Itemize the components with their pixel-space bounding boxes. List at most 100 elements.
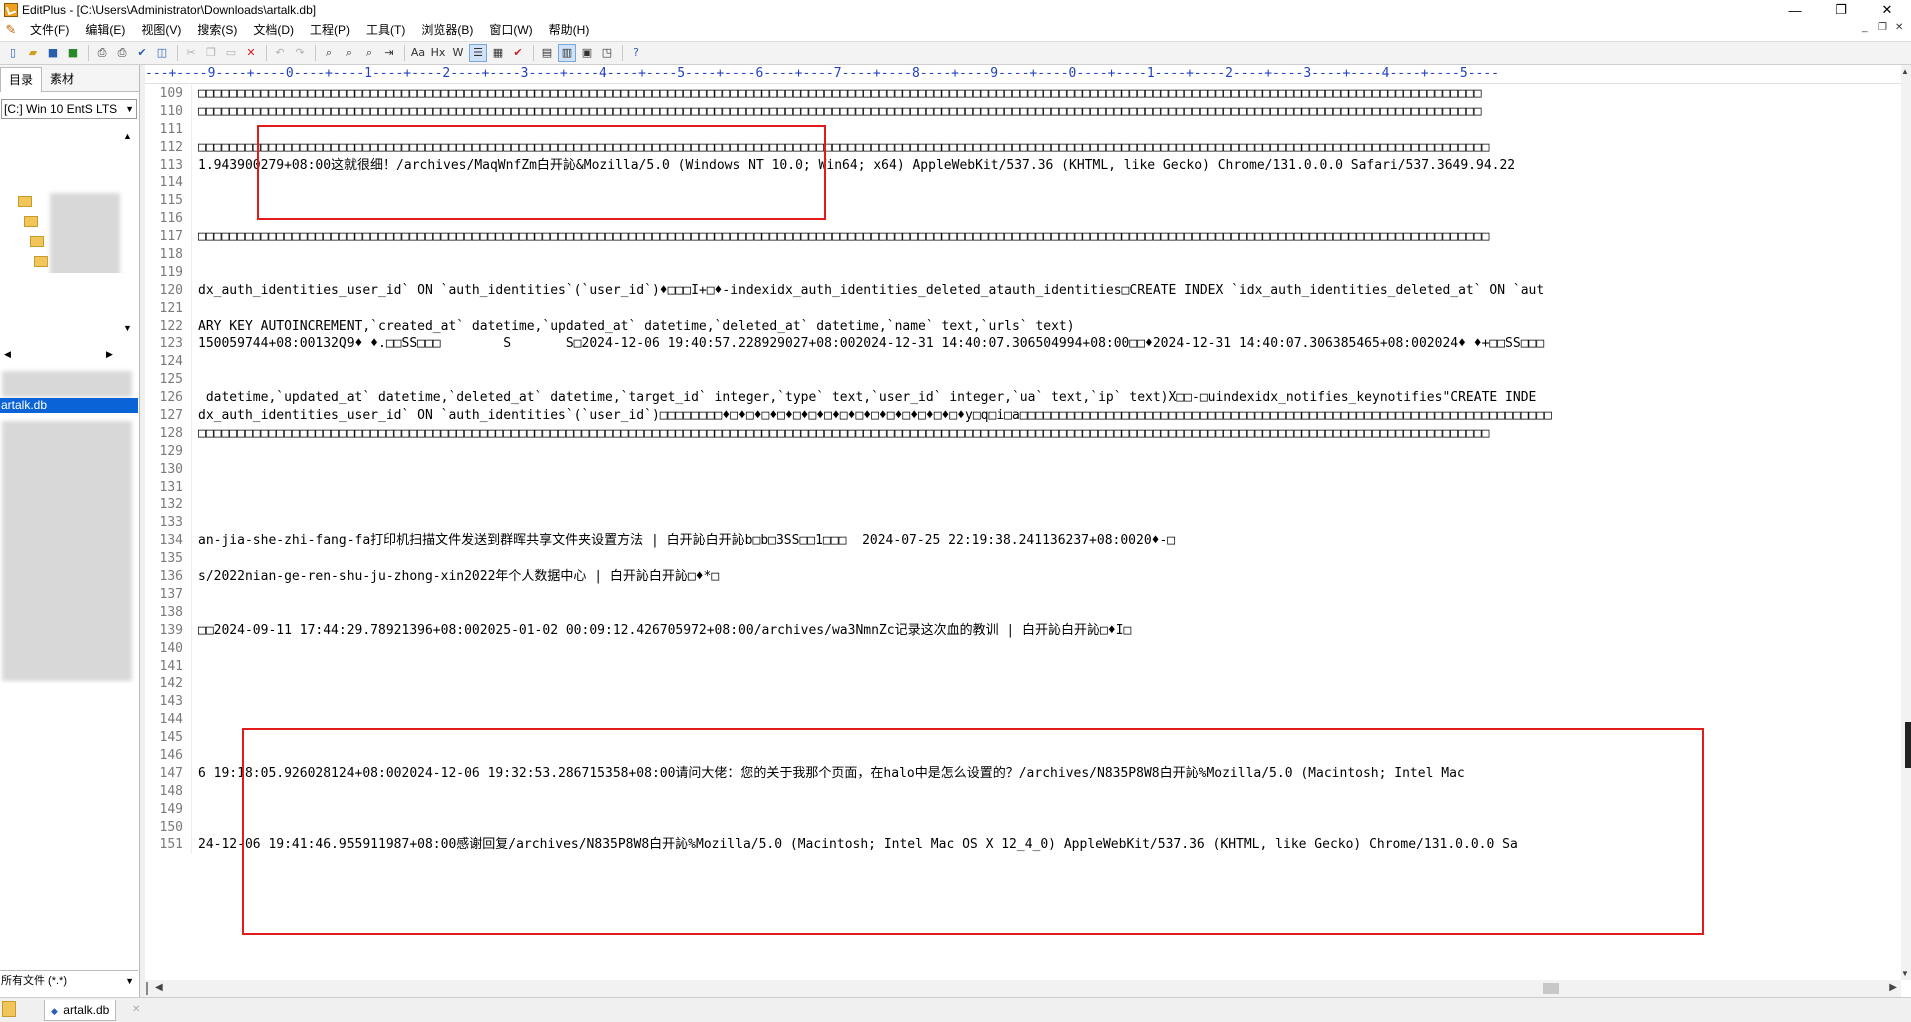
line-text[interactable] (192, 747, 198, 765)
line-text[interactable] (192, 658, 198, 676)
file-list[interactable]: artalk.db (0, 303, 138, 683)
font-icon[interactable]: Aa (409, 44, 427, 62)
line-text[interactable] (192, 711, 198, 729)
cut-icon[interactable]: ✂ (182, 44, 200, 62)
editor-hscrollbar[interactable]: ◀ ▶ (145, 980, 1901, 997)
line-text[interactable] (192, 461, 198, 479)
line-number-icon[interactable]: ☰ (469, 44, 487, 62)
editor-line[interactable]: 129 (145, 442, 1901, 461)
line-text[interactable]: 150059744+08:00132Q9♦ ♦.□□SS□□□ S S□2024… (192, 335, 1544, 353)
find-icon[interactable]: ⌕ (320, 44, 338, 62)
line-text[interactable] (192, 729, 198, 747)
line-text[interactable] (192, 210, 198, 228)
line-text[interactable] (192, 640, 198, 658)
minimize-button[interactable]: — (1772, 0, 1818, 20)
ruler-icon[interactable]: ▦ (489, 44, 507, 62)
mdi-minimize-icon[interactable]: _ (1862, 22, 1868, 33)
editor-line[interactable]: 134 an-jia-she-zhi-fang-fa打印机扫描文件发送到群晖共享文… (145, 532, 1901, 551)
editor-line[interactable]: 143 (145, 693, 1901, 712)
line-text[interactable] (192, 586, 198, 604)
line-text[interactable] (192, 300, 198, 318)
line-text[interactable] (192, 353, 198, 371)
scroll-left-icon[interactable]: ◀ (155, 982, 163, 993)
editor-line[interactable]: 132 (145, 496, 1901, 515)
line-text[interactable] (192, 514, 198, 532)
paste-icon[interactable]: ▭ (222, 44, 240, 62)
redo-icon[interactable]: ↷ (291, 44, 309, 62)
editor-line[interactable]: 137 (145, 585, 1901, 604)
editor-line[interactable]: 128 □□□□□□□□□□□□□□□□□□□□□□□□□□□□□□□□□□□□□… (145, 424, 1901, 443)
line-text[interactable] (192, 550, 198, 568)
spellcheck-icon[interactable]: ✔ (133, 44, 151, 62)
line-text[interactable] (192, 496, 198, 514)
line-text[interactable]: s/2022nian-ge-ren-shu-ju-zhong-xin2022年个… (192, 568, 719, 586)
word-wrap-icon[interactable]: W (449, 44, 467, 62)
editor-line[interactable]: 127 dx_auth_identities_user_id` ON `auth_… (145, 407, 1901, 425)
line-text[interactable]: □□□□□□□□□□□□□□□□□□□□□□□□□□□□□□□□□□□□□□□□… (192, 85, 1482, 103)
editor-line[interactable]: 120 dx_auth_identities_user_id` ON `auth_… (145, 281, 1901, 300)
check-icon[interactable]: ✔ (509, 44, 527, 62)
scroll-right-icon[interactable]: ▶ (1889, 982, 1897, 993)
editor-line[interactable]: 131 (145, 478, 1901, 497)
line-text[interactable] (192, 443, 198, 461)
open-folder-icon[interactable]: ▰ (24, 44, 42, 62)
editor-line[interactable]: 118 (145, 246, 1901, 264)
file-filter-select[interactable]: 所有文件 (*.*) ▼ (0, 970, 138, 990)
mdi-restore-icon[interactable]: ❐ (1878, 22, 1887, 33)
editor-line[interactable]: 121 (145, 299, 1901, 318)
line-text[interactable] (192, 371, 198, 389)
folder-tree[interactable] (0, 123, 138, 273)
tree-hscrollbar[interactable]: ◀ ▶ (0, 275, 120, 359)
directory-window-icon[interactable]: ▥ (558, 44, 576, 62)
line-text[interactable] (192, 693, 198, 711)
line-text[interactable] (192, 801, 198, 819)
editor-line[interactable]: 124 (145, 353, 1901, 372)
cliptext-icon[interactable]: ▤ (538, 44, 556, 62)
print-preview-icon[interactable]: ⎙ (93, 44, 111, 62)
delete-icon[interactable]: ✕ (242, 44, 260, 62)
drive-select[interactable]: [C:] Win 10 EntS LTS ▼ (1, 99, 137, 119)
line-text[interactable]: dx_auth_identities_user_id` ON `auth_ide… (192, 282, 1544, 300)
side-panel-tab[interactable] (1905, 722, 1911, 768)
line-text[interactable] (192, 819, 198, 837)
line-text[interactable]: □□□□□□□□□□□□□□□□□□□□□□□□□□□□□□□□□□□□□□□□… (192, 103, 1482, 121)
menu-help[interactable]: 帮助(H) (541, 20, 598, 40)
line-text[interactable] (192, 783, 198, 801)
editor-line[interactable]: 144 (145, 711, 1901, 730)
line-text[interactable]: □□□□□□□□□□□□□□□□□□□□□□□□□□□□□□□□□□□□□□□□… (192, 425, 1489, 443)
find-in-files-icon[interactable]: ⌕ (360, 44, 378, 62)
document-tab-artalk[interactable]: ◆ artalk.db (44, 1000, 117, 1021)
line-text[interactable] (192, 121, 198, 139)
line-text[interactable]: ARY KEY AUTOINCREMENT,`created_at` datet… (192, 318, 1075, 336)
hex-view-icon[interactable]: Hx (429, 44, 447, 62)
editor-line[interactable]: 110 □□□□□□□□□□□□□□□□□□□□□□□□□□□□□□□□□□□□□… (145, 102, 1901, 121)
close-tab-icon[interactable]: ✕ (132, 1004, 140, 1015)
new-file-icon[interactable]: ▯ (4, 44, 22, 62)
scroll-down-icon[interactable]: ▼ (1901, 969, 1909, 978)
replace-icon[interactable]: ⌕ (340, 44, 358, 62)
scroll-up-icon[interactable]: ▲ (123, 131, 132, 141)
hscroll-split-handle[interactable] (146, 982, 148, 995)
editor-line[interactable]: 126 datetime,`updated_at` datetime,`dele… (145, 389, 1901, 408)
tab-clips[interactable]: 素材 (42, 67, 82, 91)
editor-line[interactable]: 117 □□□□□□□□□□□□□□□□□□□□□□□□□□□□□□□□□□□□□… (145, 228, 1901, 247)
editor-line[interactable]: 130 (145, 460, 1901, 479)
editor-line[interactable]: 136 s/2022nian-ge-ren-shu-ju-zhong-xin202… (145, 568, 1901, 586)
editor-line[interactable]: 122 ARY KEY AUTOINCREMENT,`created_at` da… (145, 317, 1901, 336)
editor-vscrollbar[interactable]: ▲ ▼ (1901, 65, 1911, 980)
line-text[interactable]: dx_auth_identities_user_id` ON `auth_ide… (192, 407, 1552, 425)
help-icon[interactable]: ? (627, 44, 645, 62)
line-text[interactable] (192, 604, 198, 622)
menu-view[interactable]: 视图(V) (133, 20, 189, 40)
editor-line[interactable]: 133 (145, 514, 1901, 533)
menu-project[interactable]: 工程(P) (302, 20, 358, 40)
menu-document[interactable]: 文档(D) (245, 20, 302, 40)
editor-line[interactable]: 142 (145, 675, 1901, 694)
hscroll-thumb[interactable] (1543, 983, 1559, 994)
menu-edit[interactable]: 编辑(E) (77, 20, 133, 40)
menu-file[interactable]: 文件(F) (22, 20, 77, 40)
line-text[interactable] (192, 246, 198, 264)
editor-line[interactable]: 139 □□2024-09-11 17:44:29.78921396+08:002… (145, 621, 1901, 640)
restore-button[interactable]: ❐ (1818, 0, 1864, 20)
copy-icon[interactable]: ❐ (202, 44, 220, 62)
